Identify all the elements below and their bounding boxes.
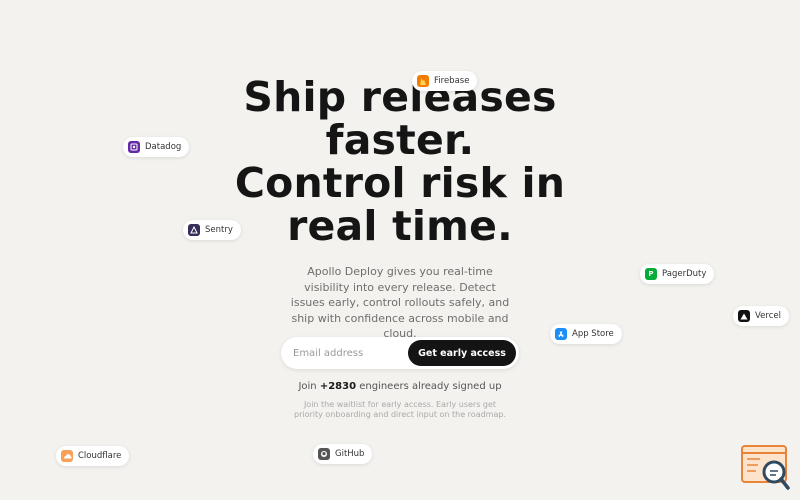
integration-chip-sentry: Sentry [183, 220, 241, 240]
email-input[interactable] [293, 345, 408, 361]
signup-count-prefix: Join [298, 381, 317, 392]
integration-label: Vercel [755, 311, 781, 321]
firebase-icon [417, 75, 429, 87]
integration-chip-github: GitHub [313, 444, 373, 464]
hero-title-line: faster. [325, 116, 475, 164]
integration-label: App Store [572, 329, 614, 339]
integration-chip-vercel: Vercel [733, 306, 789, 326]
sentry-icon [188, 224, 200, 236]
integration-chip-firebase: Firebase [412, 71, 478, 91]
landing-page: Ship releases faster. Control risk in re… [0, 0, 800, 500]
signup-count-value: +2830 [319, 381, 357, 392]
get-early-access-button[interactable]: Get early access [408, 340, 516, 366]
integration-label: Cloudflare [78, 451, 122, 461]
github-icon [318, 448, 330, 460]
signup-count-suffix: engineers already signed up [359, 381, 502, 392]
integration-chip-cloudflare: Cloudflare [56, 446, 130, 466]
integration-label: GitHub [335, 449, 365, 459]
hero-title-line: Control risk in [234, 159, 566, 207]
integration-label: Sentry [205, 225, 233, 235]
browser-search-icon [741, 445, 790, 490]
waitlist-note: Join the waitlist for early access. Earl… [293, 400, 506, 419]
pagerduty-icon: P [645, 268, 657, 280]
hero-subtitle: Apollo Deploy gives you real-time visibi… [290, 265, 510, 340]
hero-title-line: real time. [287, 202, 513, 250]
signup-count-text: Join +2830 engineers already signed up [0, 381, 800, 392]
vercel-icon [738, 310, 750, 322]
integration-chip-datadog: Datadog [123, 137, 190, 157]
hero-title-line: Ship releases [243, 73, 557, 121]
integration-label: PagerDuty [662, 269, 707, 279]
integration-chip-pagerduty: P PagerDuty [640, 264, 715, 284]
integration-chip-app-store: App Store [550, 324, 622, 344]
waitlist-form: Get early access [281, 337, 519, 369]
datadog-icon [128, 141, 140, 153]
hero-title: Ship releases faster. Control risk in re… [0, 76, 800, 248]
cloudflare-icon [61, 450, 73, 462]
app-store-icon [555, 328, 567, 340]
feedback-widget[interactable] [740, 444, 792, 492]
integration-label: Firebase [434, 76, 470, 86]
integration-label: Datadog [145, 142, 182, 152]
